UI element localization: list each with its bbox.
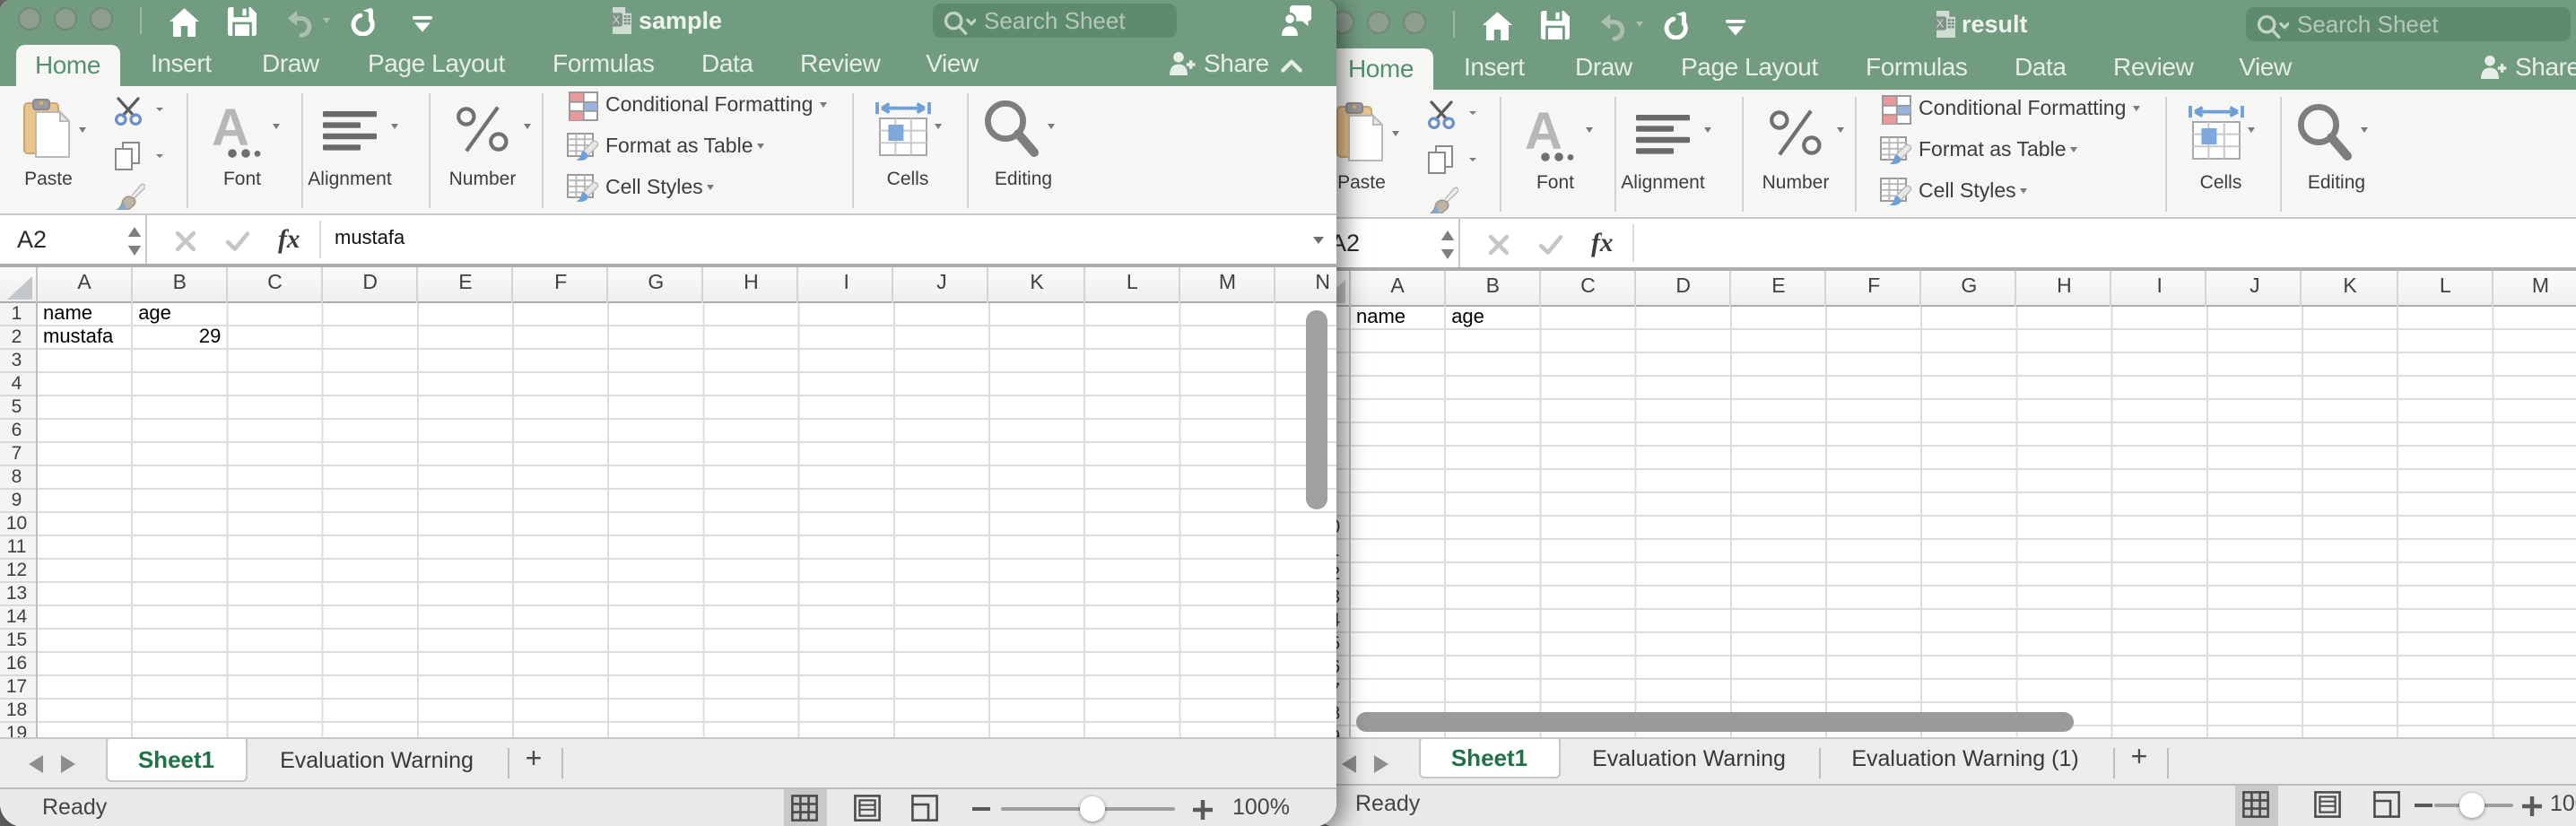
svg-text:A: A [1525, 102, 1562, 161]
svg-text:A: A [212, 99, 249, 157]
svg-text:X: X [1936, 16, 1944, 30]
svg-text:X: X [613, 13, 621, 26]
